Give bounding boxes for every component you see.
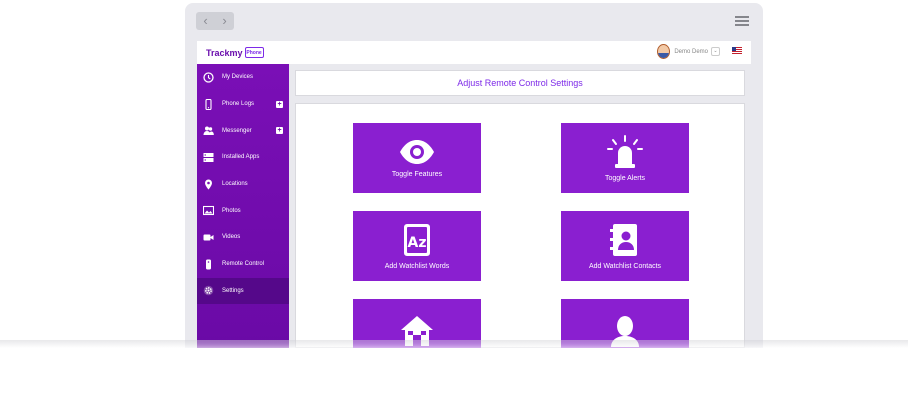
bottom-shadow	[0, 340, 908, 348]
tile-label: Toggle Features	[391, 170, 443, 178]
browser-nav-buttons: ‹ ›	[196, 12, 234, 30]
sidebar-item-label: Messenger	[222, 127, 252, 134]
toggle-alerts-tile[interactable]: Toggle Alerts	[561, 123, 689, 193]
tile-label: Toggle Alerts	[604, 174, 646, 182]
sidebar-item-label: Locations	[222, 181, 248, 188]
us-flag-icon[interactable]	[732, 47, 742, 54]
logo[interactable]: Trackmy Phone	[206, 47, 264, 58]
sidebar: My Devices Phone Logs + Messenger + Inst…	[197, 64, 289, 348]
chevron-down-icon[interactable]: ⌄	[711, 47, 720, 56]
sidebar-item-my-devices[interactable]: My Devices	[197, 64, 289, 91]
browser-frame: ‹ › Trackmy Phone Demo Demo ⌄ My Devices	[185, 3, 763, 348]
logo-text: Trackmy	[206, 47, 243, 58]
map-pin-icon	[203, 179, 214, 190]
eye-icon	[400, 139, 434, 164]
remote-icon	[203, 259, 214, 270]
sidebar-item-label: Phone Logs	[222, 101, 255, 108]
back-icon[interactable]: ‹	[203, 12, 207, 30]
sidebar-item-label: My Devices	[222, 74, 254, 81]
video-camera-icon	[203, 232, 214, 243]
logo-badge: Phone	[244, 47, 264, 58]
gear-icon	[203, 285, 214, 296]
tile-label: Add Watchlist Words	[384, 262, 450, 270]
siren-icon	[607, 134, 643, 168]
forward-icon[interactable]: ›	[222, 12, 226, 30]
tiles-panel: Toggle Features Toggle Alerts Az Add Wat…	[295, 103, 745, 348]
sidebar-item-phone-logs[interactable]: Phone Logs +	[197, 91, 289, 118]
tile-label: Add Watchlist Contacts	[588, 262, 662, 270]
sidebar-item-remote-control[interactable]: Remote Control	[197, 251, 289, 278]
clock-icon	[203, 72, 214, 83]
page-title: Adjust Remote Control Settings	[457, 78, 583, 88]
add-watchlist-contacts-tile[interactable]: Add Watchlist Contacts	[561, 211, 689, 281]
sidebar-item-messenger[interactable]: Messenger +	[197, 117, 289, 144]
add-watchlist-words-tile[interactable]: Az Add Watchlist Words	[353, 211, 481, 281]
phone-icon	[203, 98, 214, 110]
main-content: Adjust Remote Control Settings Toggle Fe…	[289, 64, 751, 348]
sidebar-item-label: Photos	[222, 207, 241, 214]
expand-plus-icon[interactable]: +	[276, 127, 283, 135]
avatar	[657, 44, 671, 59]
contact-book-icon	[610, 223, 637, 256]
sidebar-item-videos[interactable]: Videos	[197, 224, 289, 251]
user-menu[interactable]: Demo Demo ⌄	[657, 44, 720, 59]
chat-users-icon	[203, 125, 214, 136]
sidebar-item-settings[interactable]: Settings	[197, 277, 289, 305]
top-bar: Trackmy Phone Demo Demo ⌄	[197, 41, 751, 65]
bottom-fade	[0, 340, 908, 395]
expand-plus-icon[interactable]: +	[276, 100, 283, 108]
user-name: Demo Demo	[674, 48, 708, 55]
sidebar-item-label: Installed Apps	[222, 154, 260, 161]
toggle-features-tile[interactable]: Toggle Features	[353, 123, 481, 193]
image-icon	[203, 205, 214, 216]
sidebar-item-photos[interactable]: Photos	[197, 197, 289, 224]
apps-list-icon	[203, 152, 214, 163]
sidebar-item-label: Videos	[222, 234, 241, 241]
app-window: Trackmy Phone Demo Demo ⌄ My Devices Pho…	[197, 41, 751, 348]
hamburger-menu-icon[interactable]	[735, 16, 749, 26]
sidebar-item-installed-apps[interactable]: Installed Apps	[197, 144, 289, 171]
sidebar-item-label: Settings	[222, 287, 244, 294]
sidebar-item-locations[interactable]: Locations	[197, 171, 289, 198]
svg-text:Az: Az	[408, 235, 427, 251]
sidebar-item-label: Remote Control	[222, 261, 265, 268]
az-dictionary-icon: Az	[404, 223, 430, 256]
page-title-box: Adjust Remote Control Settings	[295, 70, 745, 96]
